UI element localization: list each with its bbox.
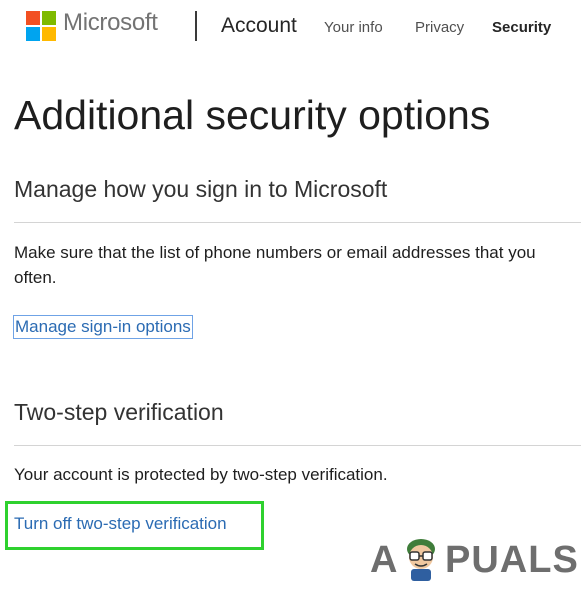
logo-blue-square — [26, 27, 40, 41]
logo-green-square — [42, 11, 56, 25]
manage-sign-in-heading: Manage how you sign in to Microsoft — [14, 176, 388, 202]
watermark-letter-a: A — [370, 539, 399, 581]
nav-your-info[interactable]: Your info — [324, 19, 383, 36]
section-divider — [14, 222, 581, 223]
two-step-status-text: Your account is protected by two-step ve… — [14, 465, 388, 484]
manage-description: Make sure that the list of phone numbers… — [14, 240, 581, 290]
logo-yellow-square — [42, 27, 56, 41]
nav-privacy[interactable]: Privacy — [415, 19, 464, 36]
logo-red-square — [26, 11, 40, 25]
turn-off-two-step-link[interactable]: Turn off two-step verification — [14, 514, 227, 534]
account-title[interactable]: Account — [221, 14, 297, 38]
header-divider — [195, 11, 197, 41]
page-title: Additional security options — [14, 92, 491, 138]
two-step-heading: Two-step verification — [14, 399, 224, 425]
watermark-text: PUALS — [445, 539, 579, 581]
manage-sign-in-options-link[interactable]: Manage sign-in options — [13, 315, 193, 339]
manage-description-line1: Make sure that the list of phone numbers… — [14, 243, 536, 262]
top-header: Microsoft Account Your info Privacy Secu… — [0, 0, 581, 56]
manage-description-line2: often. — [14, 268, 57, 287]
nav-security[interactable]: Security — [492, 19, 551, 36]
microsoft-logo-icon[interactable] — [26, 11, 56, 41]
mascot-icon — [407, 539, 435, 581]
appuals-watermark: A PUALS — [370, 533, 581, 588]
brand-name[interactable]: Microsoft — [63, 9, 158, 37]
section-divider — [14, 445, 581, 446]
